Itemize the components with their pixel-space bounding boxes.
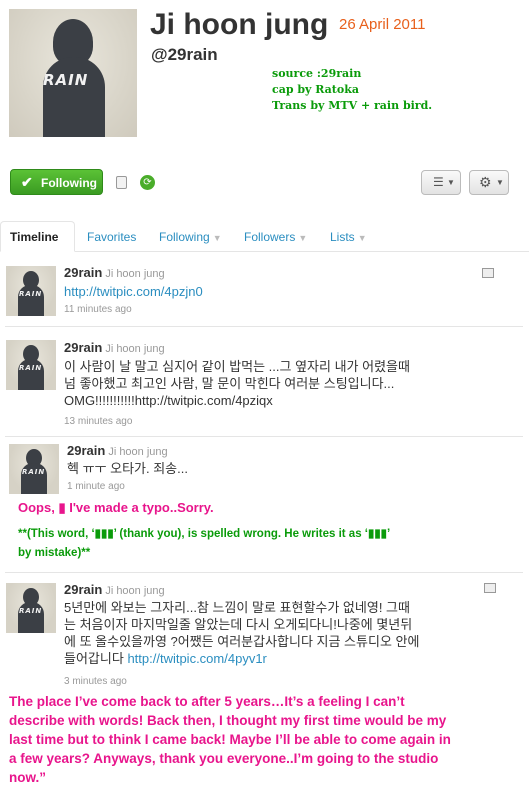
- tweet-timestamp[interactable]: 13 minutes ago: [64, 416, 132, 427]
- avatar-logo-text: RAIN: [19, 364, 43, 372]
- tweet-text-line: 는 처음이자 마지막일줄 알았는데 다시 오게되다니!나중에 몇년뒤: [64, 617, 413, 632]
- tweet-fullname: Ji hoon jung: [105, 268, 165, 280]
- spelling-note: **(This word, ‘▮▮▮’ (thank you), is spel…: [18, 525, 390, 563]
- chevron-down-icon: ▼: [496, 178, 504, 187]
- tweet-fullname: Ji hoon jung: [108, 446, 168, 458]
- chevron-down-icon: ▼: [298, 233, 308, 243]
- tweet-avatar[interactable]: RAIN: [6, 266, 56, 316]
- tab-lists-label: Lists: [330, 230, 355, 244]
- gear-icon: ⚙: [479, 174, 492, 190]
- tab-following-label: Following: [159, 230, 210, 244]
- tweet-fullname: Ji hoon jung: [105, 343, 165, 355]
- tweet-author[interactable]: 29rain Ji hoon jung: [67, 443, 168, 458]
- tweet-divider: [5, 572, 523, 573]
- tweet-author[interactable]: 29rain Ji hoon jung: [64, 340, 165, 355]
- tab-favorites[interactable]: Favorites: [87, 230, 136, 244]
- avatar-logo-text: RAIN: [43, 71, 89, 89]
- avatar-logo-text: RAIN: [19, 290, 43, 298]
- tweet-avatar[interactable]: RAIN: [9, 444, 59, 494]
- profile-avatar: RAIN: [9, 9, 137, 137]
- chevron-down-icon: ▼: [447, 178, 455, 187]
- credit-trans: Trans by MTV + rain bird.: [272, 99, 433, 112]
- tweet-timestamp[interactable]: 3 minutes ago: [64, 676, 127, 687]
- credit-cap: cap by Ratoka: [272, 83, 359, 96]
- tweet-text: 이 사람이 날 말고 심지어 같이 밥먹는 ...그 옆자리 내가 어렸을때 넘…: [64, 358, 524, 409]
- translation-line: a few years? Anyways, thank you everyone…: [9, 751, 439, 766]
- retweet-icon[interactable]: [482, 268, 494, 278]
- tweet-timestamp[interactable]: 11 minutes ago: [64, 304, 132, 315]
- tweet-text-part: 들어갑니다: [64, 651, 124, 666]
- translation-line: now.”: [9, 770, 46, 785]
- tab-followers-label: Followers: [244, 230, 296, 244]
- tab-followers[interactable]: Followers ▼: [244, 230, 307, 244]
- avatar-logo-text: RAIN: [22, 468, 46, 476]
- checkmark-icon: ✔: [21, 174, 33, 190]
- typo-note: Oops, ▮ I've made a typo..Sorry.: [18, 500, 214, 515]
- tab-lists[interactable]: Lists ▼: [330, 230, 367, 244]
- tweet-text-line: OMG!!!!!!!!!!!http://twitpic.com/4pziqx: [64, 393, 273, 408]
- tweet-author[interactable]: 29rain Ji hoon jung: [64, 582, 165, 597]
- following-button-label: Following: [41, 176, 97, 190]
- tweet-username: 29rain: [64, 582, 103, 597]
- translation-block: The place I’ve come back to after 5 year…: [9, 692, 521, 787]
- chevron-down-icon: ▼: [212, 233, 222, 243]
- chevron-down-icon: ▼: [357, 233, 367, 243]
- tweet-link[interactable]: http://twitpic.com/4pyv1r: [127, 651, 266, 666]
- tweet-username: 29rain: [64, 340, 103, 355]
- tweet-divider: [5, 436, 523, 437]
- tweet-timestamp[interactable]: 1 minute ago: [67, 481, 125, 492]
- tweet-text-line: 넘 좋아했고 최고인 사람, 말 문이 막힌다 여러분 스팅입니다...: [64, 376, 395, 391]
- translation-line: describe with words! Back then, I though…: [9, 713, 447, 728]
- translation-line: The place I’ve come back to after 5 year…: [9, 694, 405, 709]
- settings-menu-button[interactable]: ⚙ ▼: [469, 170, 509, 195]
- tweet-link[interactable]: http://twitpic.com/4pzjn0: [64, 283, 203, 300]
- retweet-icon[interactable]: [484, 583, 496, 593]
- tweet-text-line: 이 사람이 날 말고 심지어 같이 밥먹는 ...그 옆자리 내가 어렸을때: [64, 359, 410, 374]
- tweet-text: 5년만에 와보는 그자리...참 느낌이 말로 표현할수가 없네영! 그때 는 …: [64, 599, 524, 667]
- tweet-text-line: 5년만에 와보는 그자리...참 느낌이 말로 표현할수가 없네영! 그때: [64, 600, 410, 615]
- device-icon[interactable]: [116, 176, 127, 189]
- tweet-author[interactable]: 29rain Ji hoon jung: [64, 265, 165, 280]
- list-icon: ☰: [433, 175, 444, 189]
- profile-handle: @29rain: [151, 45, 218, 64]
- tweet-text-line: 에 또 올수있을까영 ?어쨌든 여러분갑사합니다 지금 스튜디오 안에: [64, 634, 420, 649]
- translation-line: last time but to think I came back! Mayb…: [9, 732, 451, 747]
- tweet-avatar[interactable]: RAIN: [6, 583, 56, 633]
- spelling-note-line: **(This word, ‘▮▮▮’ (thank you), is spel…: [18, 528, 391, 540]
- list-menu-button[interactable]: ☰ ▼: [421, 170, 461, 195]
- credits-block: source :29rain cap by Ratoka Trans by MT…: [272, 66, 432, 114]
- tweet-avatar[interactable]: RAIN: [6, 340, 56, 390]
- post-date: 26 April 2011: [339, 16, 426, 33]
- tab-following[interactable]: Following ▼: [159, 230, 222, 244]
- tweet-text-line: 들어갑니다 http://twitpic.com/4pyv1r: [64, 650, 524, 667]
- tweet-username: 29rain: [67, 443, 106, 458]
- tweet-fullname: Ji hoon jung: [105, 585, 165, 597]
- avatar-logo-text: RAIN: [19, 607, 43, 615]
- profile-name: Ji hoon jung: [150, 8, 329, 41]
- credit-source: source :29rain: [272, 67, 362, 80]
- spelling-note-line: by mistake)**: [18, 547, 91, 559]
- following-button[interactable]: ✔ Following: [10, 169, 103, 195]
- retweets-on-icon[interactable]: ⟳: [140, 175, 155, 190]
- tweet-text: 헥 ㅠㅜ 오타가. 죄송...: [67, 461, 188, 476]
- tab-timeline[interactable]: Timeline: [10, 230, 58, 244]
- tweet-divider: [5, 326, 523, 327]
- tweet-username: 29rain: [64, 265, 103, 280]
